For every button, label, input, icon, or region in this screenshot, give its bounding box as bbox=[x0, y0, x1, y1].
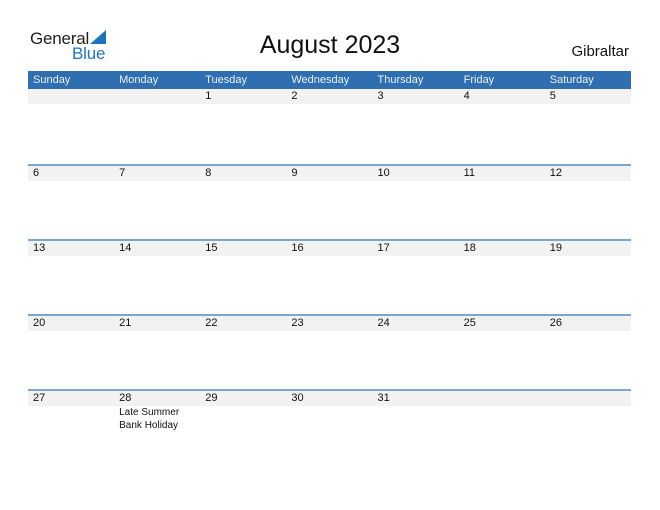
day-cell: 20 bbox=[33, 317, 46, 329]
day-cell: 24 bbox=[377, 317, 390, 329]
weekday-saturday: Saturday bbox=[549, 74, 594, 86]
day-cell: 18 bbox=[463, 242, 476, 254]
weekday-tuesday: Tuesday bbox=[205, 74, 248, 86]
day-cell: 22 bbox=[205, 317, 218, 329]
day-cell: 31 bbox=[377, 392, 390, 404]
day-cell bbox=[114, 89, 200, 104]
day-cell: 8 bbox=[205, 167, 212, 179]
day-cell: 2 bbox=[291, 90, 298, 102]
day-cell bbox=[545, 391, 631, 406]
day-cell: 14 bbox=[119, 242, 132, 254]
day-cell: 7 bbox=[119, 167, 126, 179]
calendar-grid: Sunday Monday Tuesday Wednesday Thursday… bbox=[28, 71, 631, 464]
weekday-monday: Monday bbox=[119, 74, 159, 86]
day-cell: 11 bbox=[463, 167, 476, 179]
day-cell: 27 bbox=[33, 392, 46, 404]
date-band: 20 21 22 23 24 25 26 bbox=[28, 316, 631, 331]
date-band: 13 14 15 16 17 18 19 bbox=[28, 241, 631, 256]
day-cell: 21 bbox=[119, 317, 132, 329]
day-cell: 16 bbox=[291, 242, 304, 254]
day-cell: 5 bbox=[549, 90, 556, 102]
event-text bbox=[200, 406, 286, 432]
weekday-thursday: Thursday bbox=[377, 74, 424, 86]
week-row-5: 27 28 29 30 31 Late Summer Bank Holiday bbox=[28, 389, 631, 464]
event-text bbox=[459, 406, 545, 432]
day-cell: 10 bbox=[377, 167, 390, 179]
day-cell: 9 bbox=[291, 167, 298, 179]
weekday-sunday: Sunday bbox=[33, 74, 71, 86]
day-cell: 17 bbox=[377, 242, 390, 254]
day-cell: 12 bbox=[549, 167, 562, 179]
day-cell bbox=[459, 391, 545, 406]
weekday-friday: Friday bbox=[463, 74, 495, 86]
day-cell bbox=[28, 89, 114, 104]
event-text bbox=[28, 406, 114, 432]
day-cell: 23 bbox=[291, 317, 304, 329]
day-cell: 15 bbox=[205, 242, 218, 254]
event-text bbox=[373, 406, 459, 432]
day-cell: 13 bbox=[33, 242, 46, 254]
day-cell: 30 bbox=[291, 392, 304, 404]
event-text bbox=[286, 406, 372, 432]
day-cell: 28 bbox=[119, 392, 132, 404]
weekday-wednesday: Wednesday bbox=[291, 74, 350, 86]
week-row-2: 6 7 8 9 10 11 12 bbox=[28, 164, 631, 239]
date-band: 1 2 3 4 5 bbox=[28, 89, 631, 104]
events-row: Late Summer Bank Holiday bbox=[28, 406, 631, 432]
day-cell: 26 bbox=[549, 317, 562, 329]
date-band: 6 7 8 9 10 11 12 bbox=[28, 166, 631, 181]
day-cell: 29 bbox=[205, 392, 218, 404]
country-label: Gibraltar bbox=[571, 43, 629, 60]
day-cell: 3 bbox=[377, 90, 384, 102]
day-cell: 19 bbox=[549, 242, 562, 254]
day-cell: 6 bbox=[33, 167, 40, 179]
day-cell: 1 bbox=[205, 90, 212, 102]
week-row-1: 1 2 3 4 5 bbox=[28, 89, 631, 164]
day-cell: 25 bbox=[463, 317, 476, 329]
weekday-header: Sunday Monday Tuesday Wednesday Thursday… bbox=[28, 71, 631, 89]
week-row-3: 13 14 15 16 17 18 19 bbox=[28, 239, 631, 314]
week-row-4: 20 21 22 23 24 25 26 bbox=[28, 314, 631, 389]
holiday-event: Late Summer Bank Holiday bbox=[119, 407, 180, 431]
event-text bbox=[545, 406, 631, 432]
day-cell: 4 bbox=[463, 90, 470, 102]
calendar-title: August 2023 bbox=[259, 31, 401, 59]
date-band: 27 28 29 30 31 bbox=[28, 391, 631, 406]
